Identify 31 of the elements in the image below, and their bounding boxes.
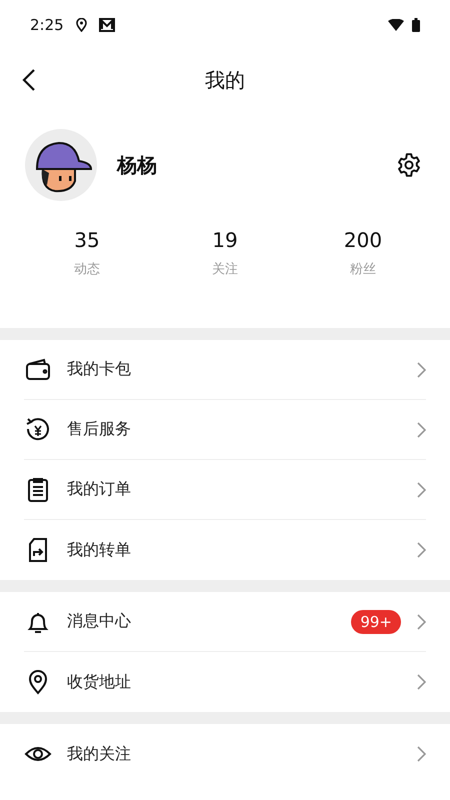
menu-label[interactable]: 我的卡包 [67,359,131,380]
menu-label[interactable]: 我的转单 [67,540,131,560]
settings-icon[interactable] [396,152,422,178]
chevron-icon [417,422,426,438]
chevron-icon [417,674,426,690]
wifi-icon [388,19,404,31]
stat-label: 动态 [74,261,100,278]
stat-label: 关注 [212,261,238,278]
menu-label[interactable]: 收货地址 [67,672,131,692]
mail-icon [98,18,115,32]
stat-label: 粉丝 [350,261,376,278]
back-icon[interactable] [22,68,36,92]
unread-count: 99+ [351,610,401,634]
battery-icon [412,18,420,32]
avatar-drawing [25,129,97,201]
chevron-icon [417,614,426,630]
stat-count: 200 [344,228,382,252]
chevron-icon [417,542,426,558]
user-name: 杨杨 [117,152,157,178]
chevron-icon [417,482,426,498]
menu-label[interactable]: 我的关注 [67,744,131,764]
stat-count: 19 [212,228,238,252]
location-icon [76,18,87,32]
stat-count: 35 [74,228,100,252]
status-time: 2:25 [30,16,64,34]
page-title: 我的 [205,66,245,94]
menu-label[interactable]: 消息中心 [67,611,131,632]
menu-label[interactable]: 我的订单 [67,479,131,500]
chevron-icon [417,362,426,378]
menu-label[interactable]: 售后服务 [67,419,131,440]
chevron-icon [417,746,426,762]
